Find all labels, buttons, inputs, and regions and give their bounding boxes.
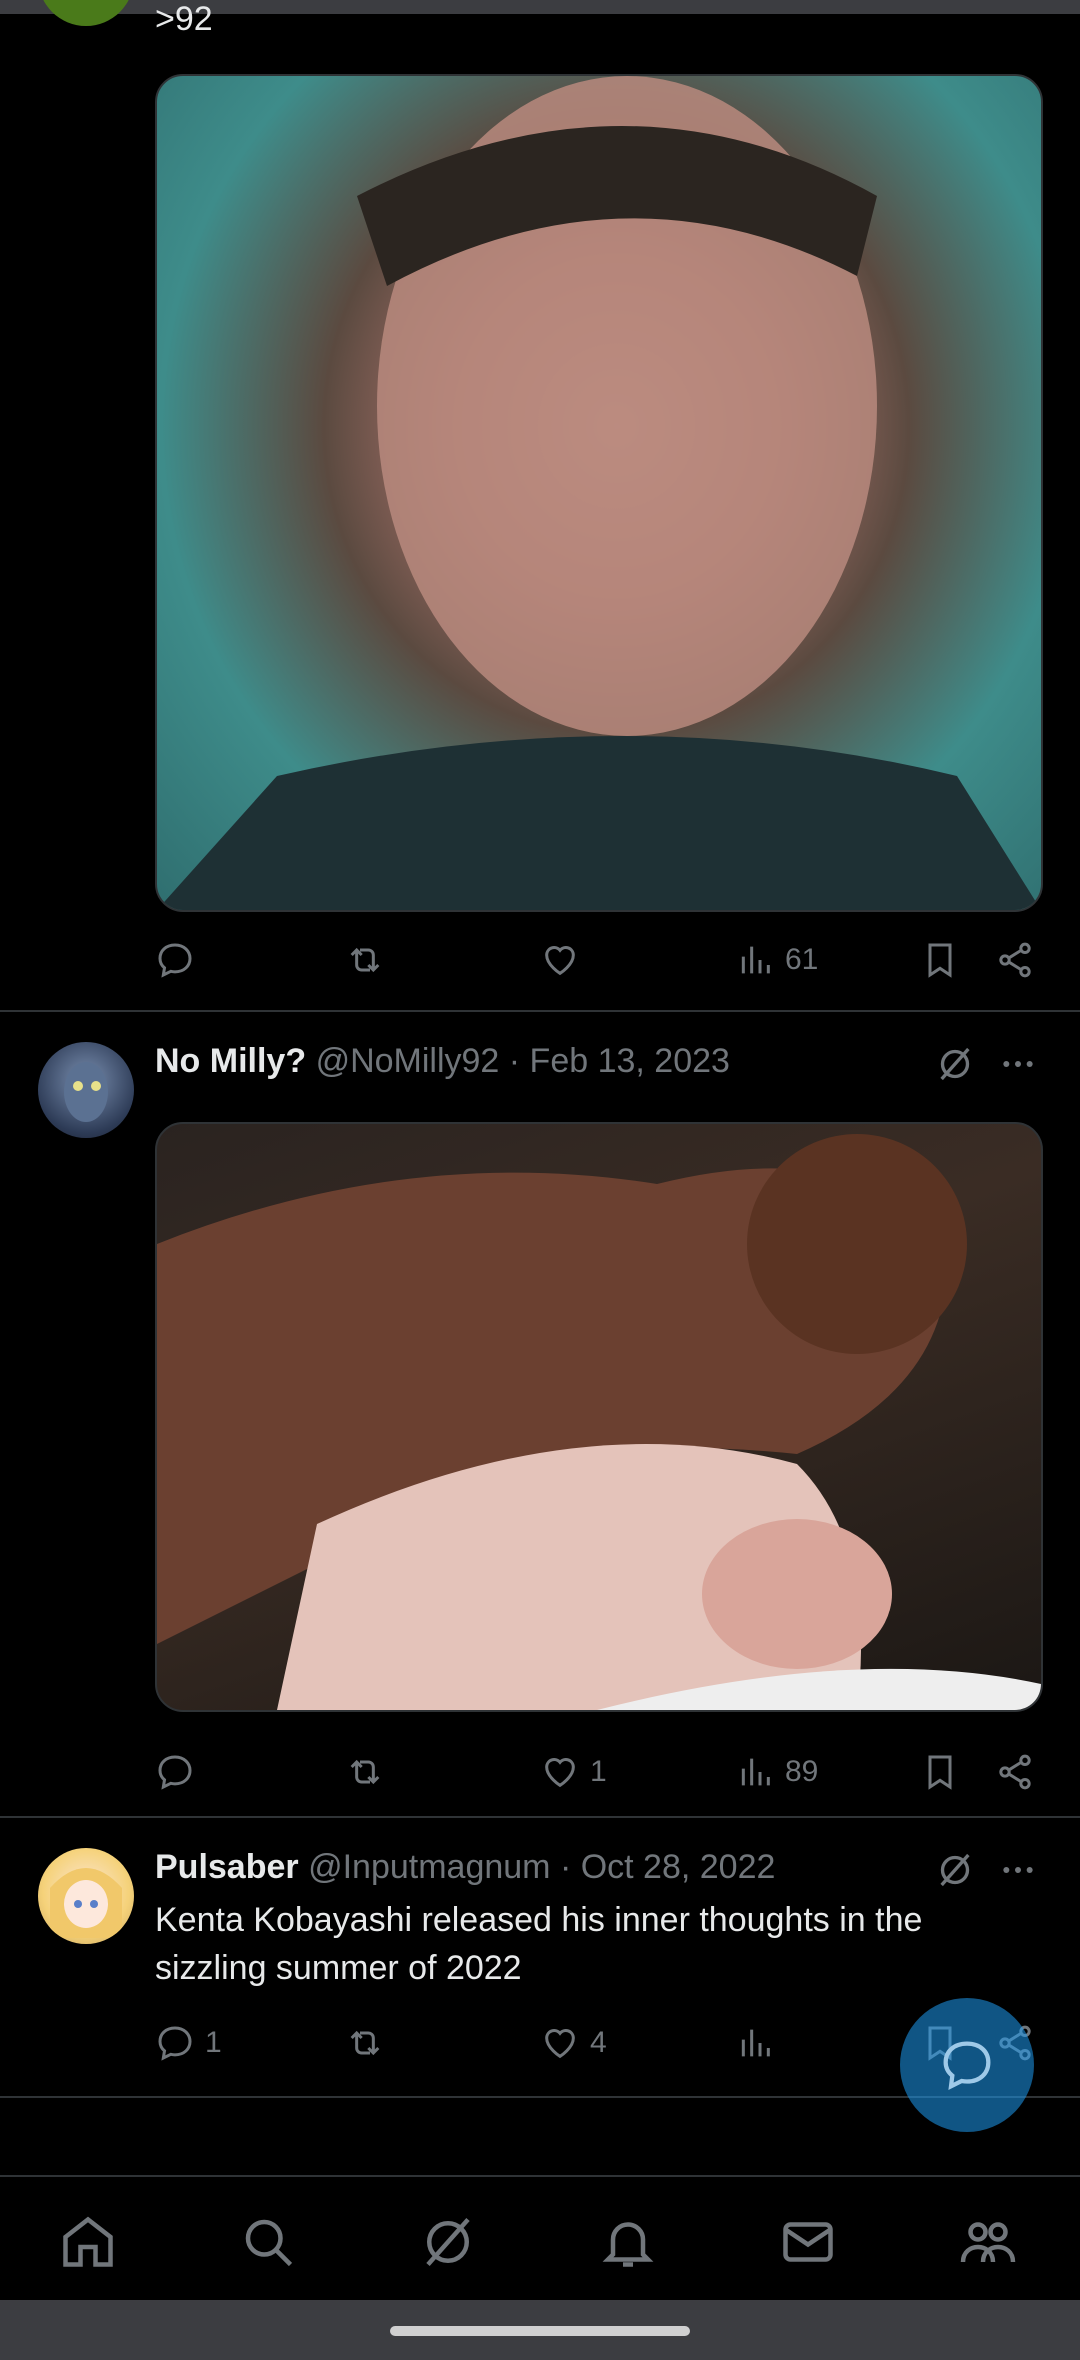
display-name[interactable]: No Milly? [155,1042,306,1080]
share-button[interactable] [995,935,1035,985]
more-options-button[interactable] [998,1044,1038,1089]
reply-button[interactable] [155,935,205,985]
bookmark-icon [928,943,952,978]
reply-icon [158,2026,192,2061]
like-button[interactable] [540,935,590,985]
nav-communities[interactable] [958,2212,1018,2272]
avatar-image [64,1062,108,1122]
share-button[interactable] [995,1747,1035,1797]
grok-icon [426,2218,470,2266]
bookmark-icon [928,1755,952,1790]
notifications-icon [602,2222,654,2267]
like-button[interactable]: 4 [540,2018,607,2068]
nav-grok[interactable] [418,2212,478,2272]
views-icon [741,1758,770,1786]
post-2[interactable]: No Milly? @NoMilly92 · Feb 13, 2023 1 89 [0,1012,1080,1818]
repost-icon [350,1759,380,1785]
reply-count: 1 [205,2026,222,2059]
more-icon [1003,1867,1033,1873]
home-icon [63,2216,113,2267]
views-icon [741,946,770,974]
post-header: No Milly? @NoMilly92 · Feb 13, 2023 [155,1042,730,1081]
grok-button[interactable] [935,1850,975,1895]
reply-button[interactable]: 1 [155,2018,222,2068]
repost-button[interactable] [345,2018,395,2068]
bottom-navigation [0,2175,1080,2302]
compose-button[interactable] [900,1998,1034,2132]
reply-icon [158,943,192,978]
views-button[interactable]: 89 [735,1747,818,1797]
image-photo [157,76,1041,910]
share-icon [999,1754,1031,1790]
avatar[interactable] [38,1042,134,1138]
avatar[interactable] [38,1848,134,1944]
like-count: 1 [590,1755,607,1788]
views-icon [741,2029,770,2057]
views-count: 89 [785,1755,819,1788]
display-name[interactable]: Pulsaber [155,1848,299,1886]
grok-button[interactable] [935,1044,975,1089]
views-count: 61 [785,943,819,976]
image-photo [157,1134,1041,1710]
grok-icon [940,1853,970,1887]
share-icon [999,942,1031,978]
repost-icon [350,947,380,973]
heart-icon [545,1758,575,1788]
repost-button[interactable] [345,1747,395,1797]
post-image[interactable] [155,1122,1043,1712]
more-options-button[interactable] [998,1850,1038,1895]
avatar[interactable] [38,0,134,26]
heart-icon [545,2029,575,2059]
grok-icon [940,1047,970,1081]
nav-messages[interactable] [778,2212,838,2272]
avatar-image [50,1868,122,1938]
like-count: 4 [590,2026,607,2059]
nav-home[interactable] [58,2212,118,2272]
handle-and-date[interactable]: @Inputmagnum · Oct 28, 2022 [308,1848,775,1886]
reply-button[interactable] [155,1747,205,1797]
repost-icon [350,2030,380,2056]
views-button[interactable] [735,2018,785,2068]
post-1[interactable]: >92 61 [0,0,1080,1012]
home-indicator[interactable] [390,2326,690,2336]
post-header: Pulsaber @Inputmagnum · Oct 28, 2022 [155,1848,775,1887]
bookmark-button[interactable] [920,935,960,985]
nav-search[interactable] [238,2212,298,2272]
repost-button[interactable] [345,935,395,985]
like-button[interactable]: 1 [540,1747,607,1797]
reply-icon [158,1755,192,1790]
heart-icon [545,946,575,976]
compose-reply-icon [943,2041,991,2091]
search-icon [245,2219,293,2267]
bookmark-button[interactable] [920,1747,960,1797]
post-text: Kenta Kobayashi released his inner thoug… [155,1901,923,1987]
gesture-bar [0,2300,1080,2360]
handle-and-date[interactable]: @NoMilly92 · Feb 13, 2023 [316,1042,730,1080]
post-image[interactable] [155,74,1043,912]
views-button[interactable]: 61 [735,935,818,985]
nav-notifications[interactable] [598,2212,658,2272]
more-icon [1003,1061,1033,1067]
messages-icon [783,2222,833,2262]
communities-icon [960,2222,1016,2263]
post-text: >92 [155,0,213,38]
